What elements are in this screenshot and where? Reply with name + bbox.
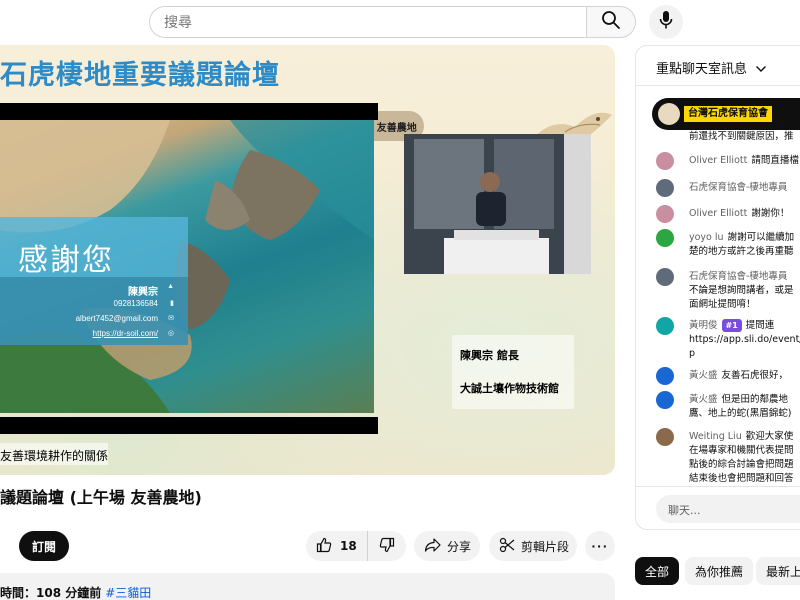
member-badge: #1 (721, 319, 742, 332)
chat-author[interactable]: Oliver Elliott (689, 155, 747, 166)
chevron-down-icon (751, 62, 767, 77)
thanks-text: 感謝您 (18, 243, 114, 278)
chat-text: p (689, 348, 696, 359)
avatar (656, 229, 674, 247)
slide-bottom-caption: 友善環境耕作的關係 (0, 443, 108, 465)
chat-author[interactable]: 石虎保育協會-棲地專員 (689, 271, 787, 282)
subscribe-button[interactable]: 訂閱 (19, 531, 69, 561)
speaker-camera-feed (404, 134, 591, 274)
chip-all[interactable]: 全部 (635, 557, 680, 585)
share-label: 分享 (447, 539, 472, 554)
avatar (656, 152, 674, 170)
scissors-icon (499, 537, 515, 556)
video-title: 議題論壇 (上午場 友善農地) (0, 488, 202, 507)
chat-author[interactable]: 黃火盛 (689, 370, 718, 381)
chat-header: 重點聊天室訊息 (636, 46, 800, 86)
clip-button[interactable]: 剪輯片段 (489, 531, 577, 561)
avatar (656, 179, 674, 197)
chip-latest[interactable]: 最新上 (756, 557, 800, 585)
chat-text: 點後的綜合討論會把問題 (689, 459, 794, 470)
avatar (656, 428, 674, 446)
chat-text: 鷹、地上的蛇(黑眉錦蛇) (689, 408, 792, 419)
chat-text: 謝謝你！ (751, 208, 790, 219)
thanks-panel: 感謝您 陳興宗 ▲ 0928136584 ▮ albert7452@gmail.… (0, 217, 188, 345)
phone-icon: ▮ (170, 300, 174, 307)
avatar (656, 367, 674, 385)
chat-text: 面網址提問唷！ (689, 299, 756, 310)
search-button[interactable] (586, 6, 636, 38)
chat-input[interactable]: 聊天... (656, 495, 800, 523)
clip-label: 剪輯片段 (521, 539, 570, 554)
description-box[interactable]: 時間：108 分鐘前 #三貓田 (0, 573, 615, 600)
chat-author[interactable]: Oliver Elliott (689, 208, 747, 219)
avatar (656, 317, 674, 335)
chat-text: 請問直播檔 (751, 155, 799, 166)
speaker-name: 陳興宗 館長 (460, 349, 519, 362)
slide-bar-bottom (0, 417, 378, 434)
chip-recommended[interactable]: 為你推薦 (685, 557, 754, 585)
hashtag-link[interactable]: #三貓田 (105, 586, 151, 600)
like-count: 18 (340, 539, 357, 553)
chat-mode-dropdown[interactable]: 重點聊天室訊息 (656, 58, 767, 77)
chat-text: 歡迎大家使 (745, 431, 794, 442)
thumbs-down-icon (379, 537, 395, 556)
contact-name: 陳興宗 (128, 287, 158, 298)
pinned-message[interactable]: 台灣石虎保育協會 提問 (652, 98, 800, 130)
chat-author[interactable]: 石虎保育協會-棲地專員 (689, 182, 787, 193)
microphone-icon (659, 10, 673, 35)
description-meta: 時間：108 分鐘前 (0, 586, 102, 600)
dislike-button[interactable] (368, 531, 406, 561)
chat-author[interactable]: 黃明俊 (689, 320, 718, 331)
live-chat-panel: 重點聊天室訊息 台灣石虎保育協會 提問 前還找不到關鍵原因，推 Oliver El… (635, 45, 800, 530)
chat-text: 前還找不到關鍵原因，推 (689, 131, 794, 142)
chat-author[interactable]: yoyo lu (689, 232, 724, 243)
avatar (658, 103, 680, 125)
like-dislike-group: 18 (306, 531, 406, 561)
video-player[interactable]: 石虎棲地重要議題論壇 上午場 友善農地 感謝您 陳興宗 ▲ 0928136584… (0, 45, 615, 475)
chat-text: 不論是想詢問講者，或是 (689, 285, 794, 296)
avatar (656, 391, 674, 409)
like-button[interactable]: 18 (306, 531, 368, 561)
share-button[interactable]: 分享 (414, 531, 480, 561)
globe-icon: ◎ (167, 330, 174, 337)
chat-text: 楚的地方或許之後再重聽 (689, 246, 794, 257)
thumbs-up-icon (316, 537, 332, 556)
avatar (656, 205, 674, 223)
chat-text: 結束後也會把問題和回答 (689, 473, 794, 484)
voice-search-button[interactable] (649, 5, 683, 39)
chat-author[interactable]: Weiting Liu (689, 431, 742, 442)
search-icon (601, 10, 621, 35)
slide-title: 石虎棲地重要議題論壇 (0, 60, 280, 91)
share-icon (424, 537, 441, 556)
chat-text: https://app.sli.do/event/ (689, 334, 800, 345)
search-input[interactable] (164, 12, 564, 34)
contact-website: https://dr-soil.com/ (92, 329, 158, 338)
search-box[interactable] (149, 6, 586, 38)
email-icon: ✉ (168, 315, 174, 322)
chat-text: 在場專家和機關代表提問 (689, 445, 794, 456)
chat-text: 提問連 (745, 320, 775, 331)
contact-phone: 0928136584 (113, 299, 159, 308)
avatar (656, 268, 674, 286)
speaker-org: 大誠土壤作物技術館 (460, 382, 559, 395)
more-actions-button[interactable]: ··· (585, 531, 615, 561)
more-icon: ··· (591, 538, 609, 554)
chat-text: 友善石虎很好， (721, 370, 789, 381)
chat-input-area: 聊天... (636, 486, 800, 529)
chat-text: 謝謝可以繼續加 (727, 232, 795, 243)
chat-text: 但是田的鄰農地 (721, 394, 789, 405)
chat-author[interactable]: 黃火盛 (689, 394, 718, 405)
speaker-caption: 陳興宗 館長 大誠土壤作物技術館 (452, 335, 574, 409)
contact-email: albert7452@gmail.com (75, 314, 158, 323)
pinned-author-badge: 台灣石虎保育協會 (684, 106, 772, 122)
slide-bar-top (0, 103, 378, 120)
person-icon: ▲ (167, 283, 174, 290)
